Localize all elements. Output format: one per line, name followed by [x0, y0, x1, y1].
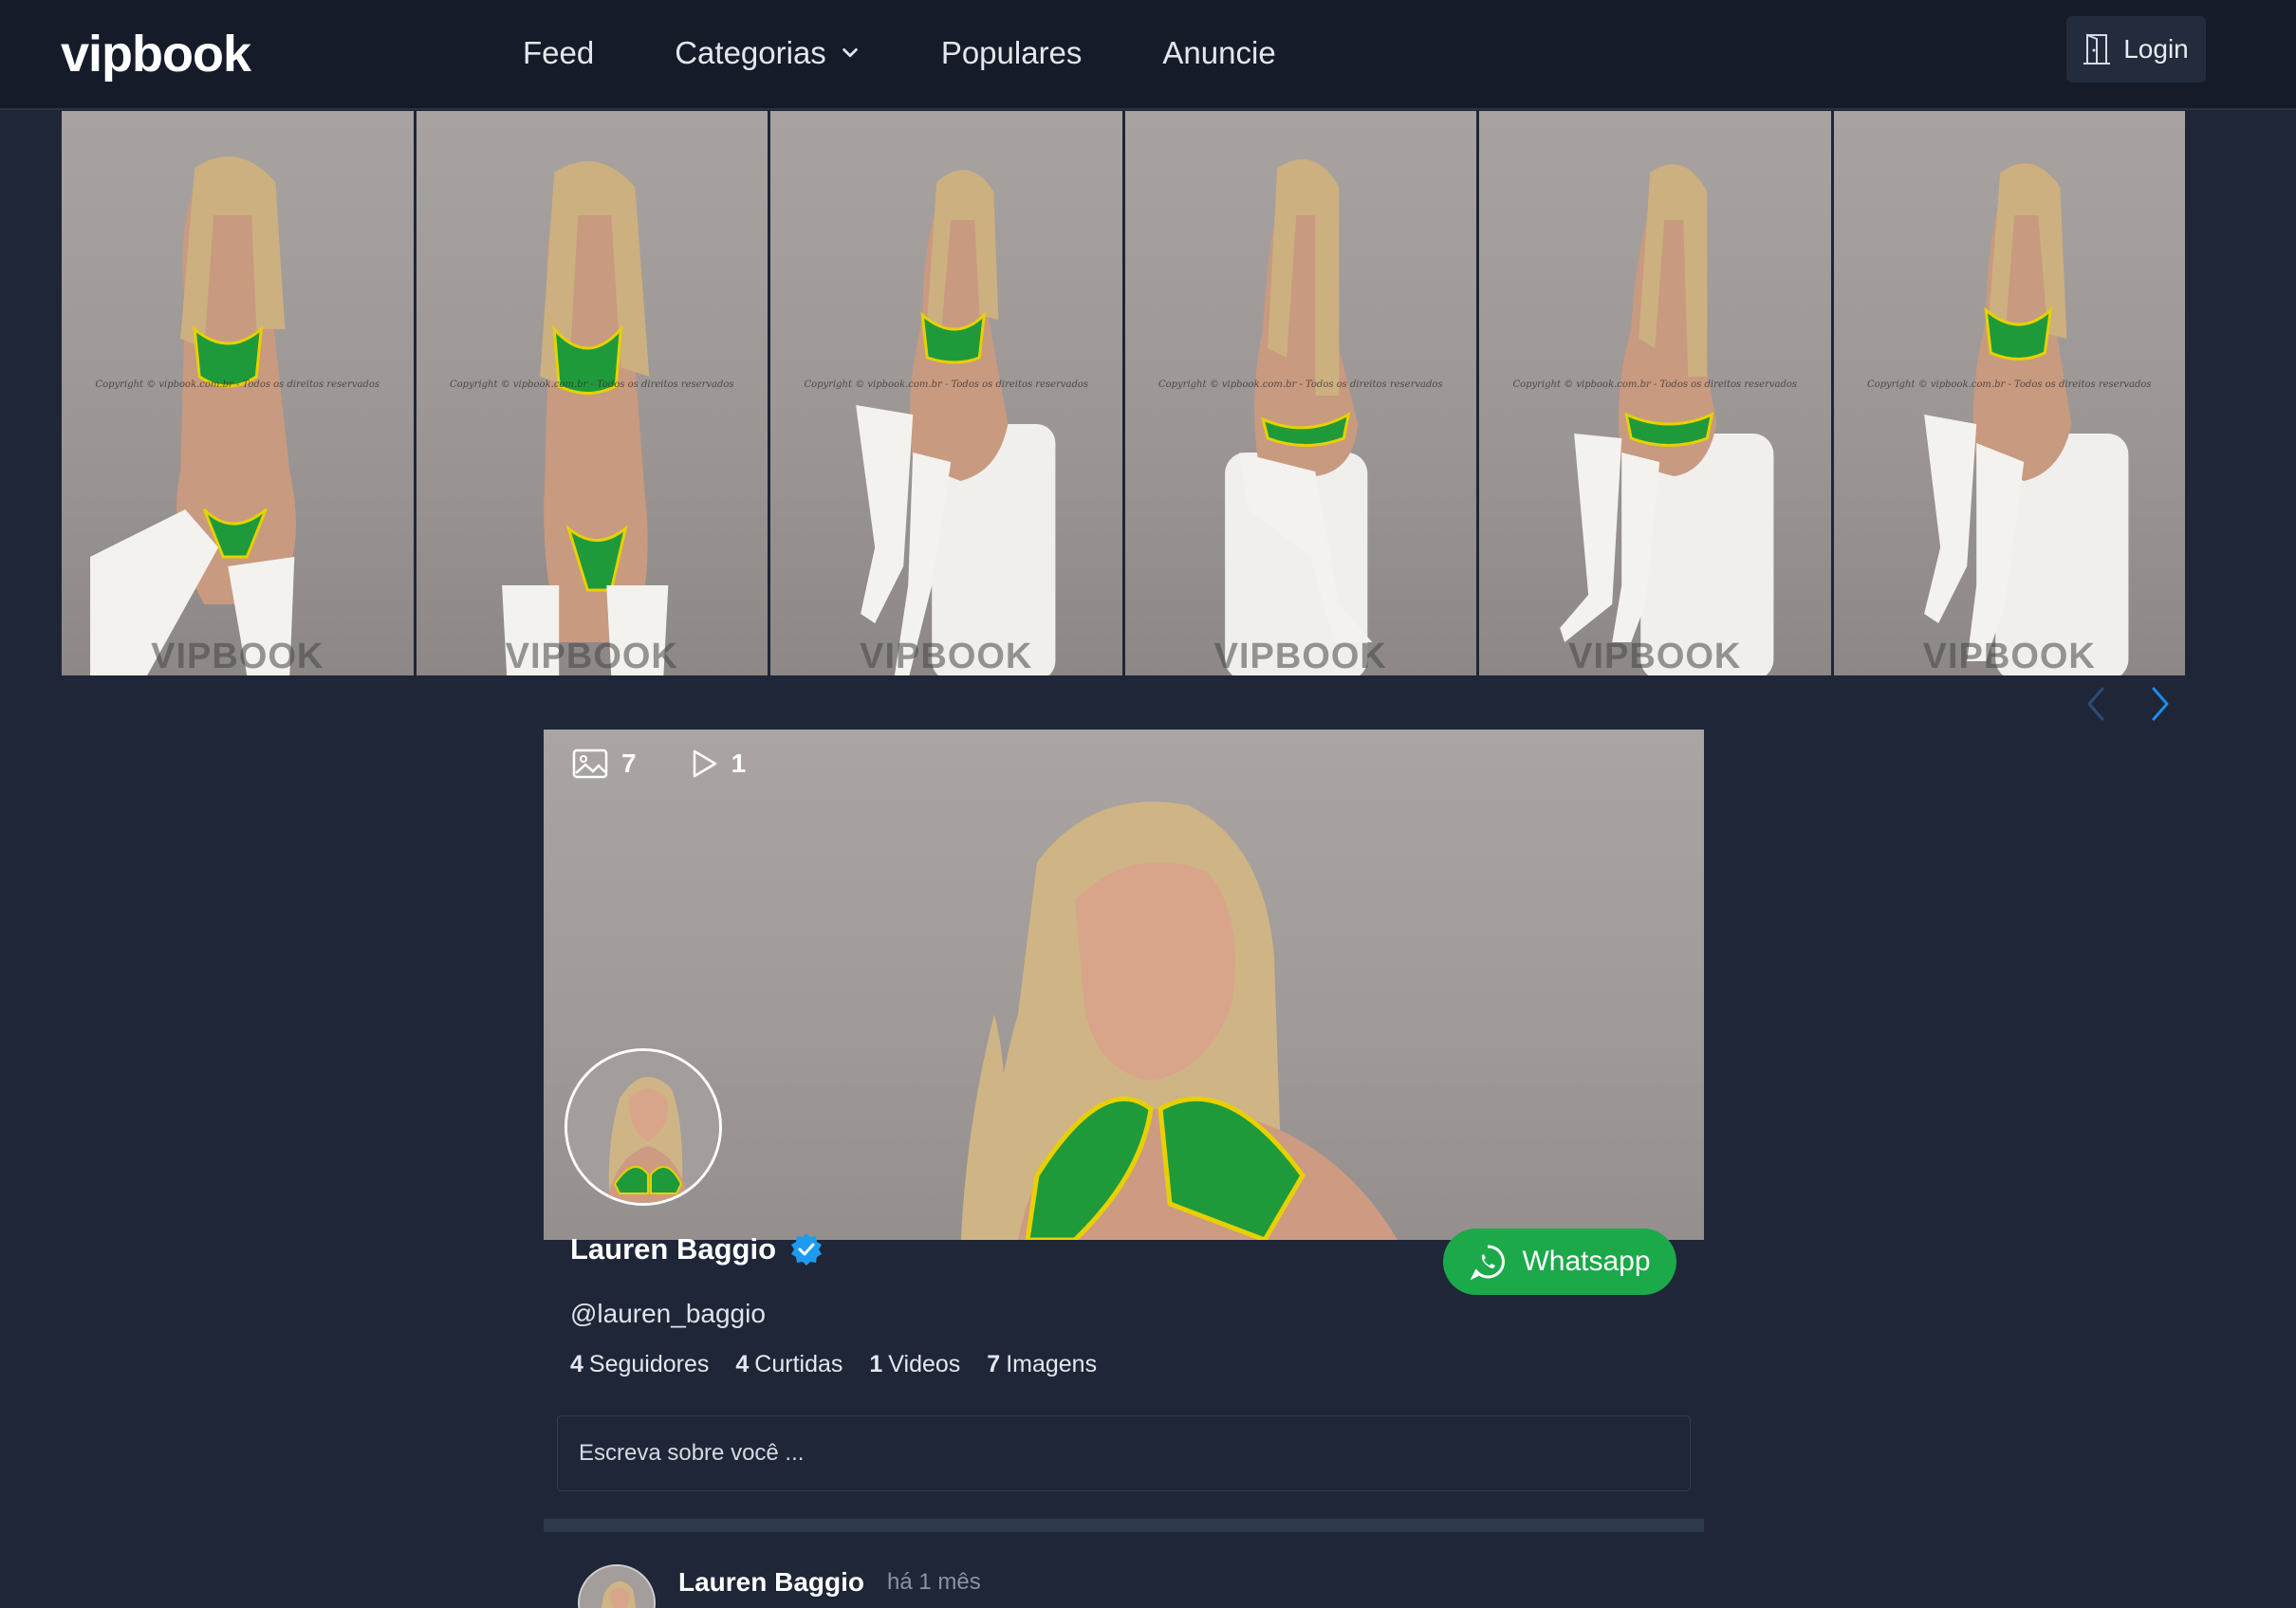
post-author[interactable]: Lauren Baggio [678, 1567, 864, 1598]
watermark: VIPBOOK [1922, 637, 2096, 675]
chevron-down-icon [842, 47, 858, 58]
copyright-text: Copyright © vipbook.com.br - Todos os di… [1157, 379, 1443, 390]
watermark: VIPBOOK [1213, 637, 1387, 675]
nav-feed[interactable]: Feed [523, 35, 594, 71]
gallery-photo[interactable]: Copyright © vipbook.com.br - Todos os di… [1833, 111, 2185, 675]
gallery-photo[interactable]: Copyright © vipbook.com.br - Todos os di… [770, 111, 1122, 675]
stat-value: 4 [735, 1351, 750, 1377]
media-counts: 7 1 [572, 749, 746, 779]
watermark: VIPBOOK [860, 637, 1033, 675]
verified-badge-icon [791, 1233, 823, 1266]
model-photo [501, 161, 668, 675]
nav-anuncie-label: Anuncie [1162, 35, 1276, 70]
stat-imagens[interactable]: 7 Imagens [987, 1351, 1097, 1378]
copyright-text: Copyright © vipbook.com.br - Todos os di… [1866, 379, 2152, 390]
profile-name[interactable]: Lauren Baggio [570, 1232, 776, 1266]
whatsapp-button[interactable]: Whatsapp [1443, 1229, 1676, 1295]
whatsapp-icon [1471, 1245, 1506, 1281]
top-navbar: vipbook Feed Categorias Populares Anunci… [0, 0, 2296, 110]
image-icon [572, 749, 608, 779]
avatar-image [567, 1051, 719, 1203]
video-count: 1 [731, 749, 747, 778]
profile-name-row: Lauren Baggio [570, 1232, 824, 1266]
copyright-text: Copyright © vipbook.com.br - Todos os di… [804, 379, 1089, 390]
stat-label: Curtidas [754, 1351, 843, 1377]
stat-value: 1 [869, 1351, 883, 1377]
cover-image [961, 802, 1398, 1240]
post-avatar-image [580, 1566, 654, 1608]
model-photo [90, 157, 296, 675]
copyright-text: Copyright © vipbook.com.br - Todos os di… [449, 379, 734, 390]
stat-videos[interactable]: 1 Videos [869, 1351, 960, 1378]
stat-value: 7 [987, 1351, 1001, 1377]
stat-label: Seguidores [588, 1351, 710, 1377]
post-avatar[interactable] [578, 1564, 656, 1608]
avatar[interactable] [565, 1048, 722, 1206]
door-icon [2083, 33, 2111, 65]
play-icon [693, 749, 716, 778]
watermark: VIPBOOK [1568, 637, 1742, 675]
model-photo [856, 170, 1056, 675]
stat-label: Imagens [1006, 1351, 1098, 1377]
nav-anuncie[interactable]: Anuncie [1162, 35, 1275, 71]
login-button[interactable]: Login [2066, 16, 2206, 83]
gallery-prev-arrow-icon[interactable] [2080, 685, 2114, 723]
stat-seguidores[interactable]: 4 Seguidores [570, 1351, 709, 1378]
model-photo [1923, 162, 2128, 675]
about-placeholder: Escreva sobre você ... [579, 1440, 805, 1466]
photo-gallery: Copyright © vipbook.com.br - Todos os di… [62, 111, 2185, 675]
nav-populares-label: Populares [940, 35, 1083, 70]
post-time: há 1 mês [887, 1569, 981, 1595]
whatsapp-label: Whatsapp [1522, 1246, 1651, 1277]
nav-populares[interactable]: Populares [941, 35, 1083, 71]
watermark: VIPBOOK [505, 637, 678, 675]
stat-label: Videos [888, 1351, 961, 1377]
stat-curtidas[interactable]: 4 Curtidas [735, 1351, 842, 1378]
logo[interactable]: vipbook [61, 25, 251, 83]
about-field[interactable]: Escreva sobre você ... [557, 1415, 1691, 1491]
cover-photo[interactable]: 7 1 [544, 730, 1704, 1240]
profile-card: 7 1 Lauren Baggio Whatsapp @lauren_baggi… [544, 730, 1704, 1608]
image-count: 7 [621, 749, 637, 778]
gallery-next-arrow-icon[interactable] [2142, 685, 2176, 723]
copyright-text: Copyright © vipbook.com.br - Todos os di… [95, 379, 380, 390]
gallery-photo[interactable]: Copyright © vipbook.com.br - Todos os di… [62, 111, 414, 675]
main-nav: Feed Categorias Populares Anuncie [523, 0, 1357, 106]
profile-handle: @lauren_baggio [570, 1299, 766, 1328]
model-photo [1560, 164, 1774, 675]
post-header: Lauren Baggio há 1 mês [578, 1564, 981, 1608]
model-photo [1224, 159, 1372, 675]
gallery-photo[interactable]: Copyright © vipbook.com.br - Todos os di… [416, 111, 768, 675]
gallery-photo[interactable]: Copyright © vipbook.com.br - Todos os di… [1479, 111, 1831, 675]
nav-categorias[interactable]: Categorias [675, 35, 861, 71]
copyright-text: Copyright © vipbook.com.br - Todos os di… [1512, 379, 1798, 390]
stat-value: 4 [570, 1351, 583, 1377]
nav-categorias-label: Categorias [675, 35, 826, 70]
gallery-photo[interactable]: Copyright © vipbook.com.br - Todos os di… [1124, 111, 1476, 675]
section-divider [544, 1519, 1704, 1532]
nav-feed-label: Feed [523, 35, 595, 70]
login-label: Login [2123, 34, 2189, 64]
watermark: VIPBOOK [151, 637, 324, 675]
profile-stats: 4 Seguidores 4 Curtidas 1 Videos 7 Imagens [570, 1351, 1097, 1378]
